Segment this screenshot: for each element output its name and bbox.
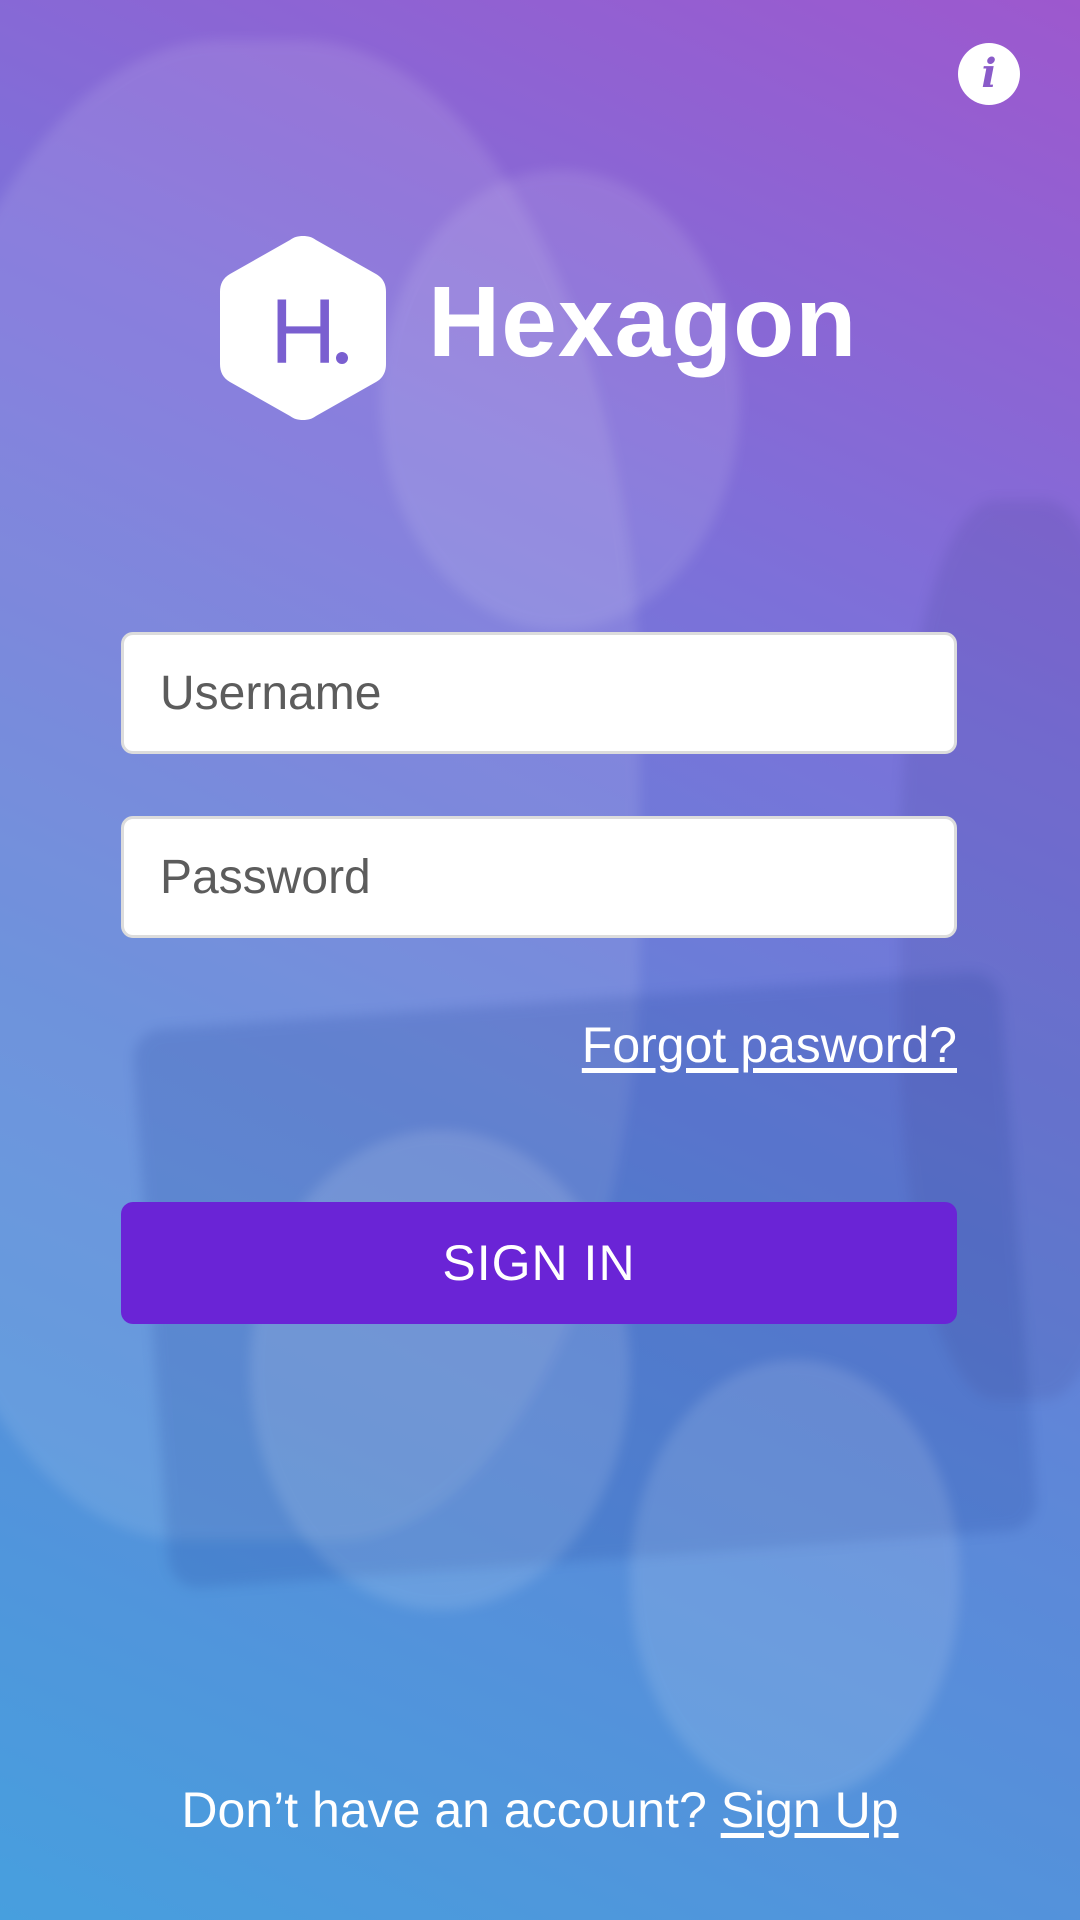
username-input[interactable] [124, 635, 954, 751]
sign-in-button[interactable]: SIGN IN [121, 1202, 957, 1324]
password-field[interactable] [121, 816, 957, 938]
username-field[interactable] [121, 632, 957, 754]
logo-letter: H [270, 281, 336, 383]
info-button[interactable]: i [958, 43, 1020, 105]
signup-prompt: Don’t have an account? Sign Up [0, 1780, 1080, 1840]
background-photo-hand-right [630, 1360, 960, 1800]
forgot-password-link[interactable]: Forgot pasword? [582, 1016, 957, 1074]
password-input[interactable] [124, 819, 954, 935]
info-icon: i [981, 50, 997, 97]
hexagon-logo-icon: H [220, 236, 386, 420]
sign-up-link[interactable]: Sign Up [721, 1782, 899, 1838]
app-name: Hexagon [428, 266, 858, 378]
app-logo: H Hexagon [218, 232, 868, 424]
signup-prompt-text: Don’t have an account? [181, 1782, 707, 1838]
